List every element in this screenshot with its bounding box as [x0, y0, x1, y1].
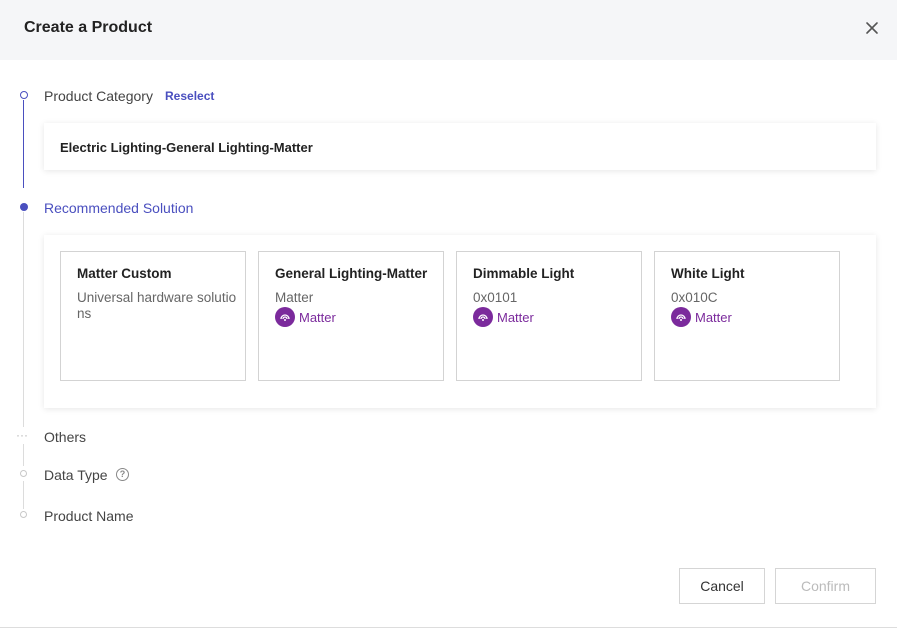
matter-logo-icon — [275, 307, 295, 327]
solution-panel: Matter Custom Universal hardware solutio… — [44, 235, 876, 408]
matter-tag: Matter — [473, 307, 534, 327]
confirm-button[interactable]: Confirm — [775, 568, 876, 604]
step-marker-pending — [20, 511, 27, 518]
timeline-line-active — [23, 100, 24, 188]
category-value-box: Electric Lighting-General Lighting-Matte… — [44, 123, 876, 170]
step-label-category: Product Category — [44, 88, 153, 104]
matter-logo-icon — [473, 307, 493, 327]
step-marker-ellipsis: ··· — [16, 428, 28, 442]
solution-card-matter-custom[interactable]: Matter Custom Universal hardware solutio… — [60, 251, 246, 381]
solution-card-title: Dimmable Light — [473, 266, 575, 281]
matter-tag: Matter — [671, 307, 732, 327]
dialog-title: Create a Product — [24, 19, 153, 36]
matter-tag-label: Matter — [497, 309, 534, 325]
solution-card-dimmable-light[interactable]: Dimmable Light 0x0101 Matter — [456, 251, 642, 381]
step-label-others: Others — [44, 429, 87, 445]
category-value: Electric Lighting-General Lighting-Matte… — [60, 140, 313, 155]
timeline-line — [23, 481, 24, 509]
step-marker-current — [20, 91, 28, 99]
solution-card-subtitle: Universal hardware solutions — [77, 290, 237, 321]
solution-card-title: White Light — [671, 266, 745, 281]
solution-card-subtitle: Matter — [275, 290, 314, 305]
solution-card-subtitle: 0x010C — [671, 290, 718, 305]
solution-card-subtitle: 0x0101 — [473, 290, 518, 305]
step-marker-active — [20, 203, 28, 211]
dialog-header: Create a Product — [0, 0, 897, 60]
step-label-product-name: Product Name — [44, 508, 134, 524]
close-icon[interactable] — [862, 18, 882, 38]
step-label-data-type: Data Type — [44, 467, 108, 483]
matter-tag-label: Matter — [695, 309, 732, 325]
matter-tag-label: Matter — [299, 309, 336, 325]
step-label-solution: Recommended Solution — [44, 200, 194, 216]
step-marker-pending — [20, 470, 27, 477]
timeline-line — [23, 444, 24, 466]
matter-tag: Matter — [275, 307, 336, 327]
question-circle-icon[interactable]: ? — [116, 468, 129, 481]
solution-card-general-lighting[interactable]: General Lighting-Matter Matter Matter — [258, 251, 444, 381]
timeline-line — [23, 212, 24, 427]
solution-card-title: General Lighting-Matter — [275, 266, 428, 281]
matter-logo-icon — [671, 307, 691, 327]
cancel-button[interactable]: Cancel — [679, 568, 765, 604]
solution-card-white-light[interactable]: White Light 0x010C Matter — [654, 251, 840, 381]
reselect-link[interactable]: Reselect — [165, 89, 214, 103]
solution-card-title: Matter Custom — [77, 266, 172, 281]
